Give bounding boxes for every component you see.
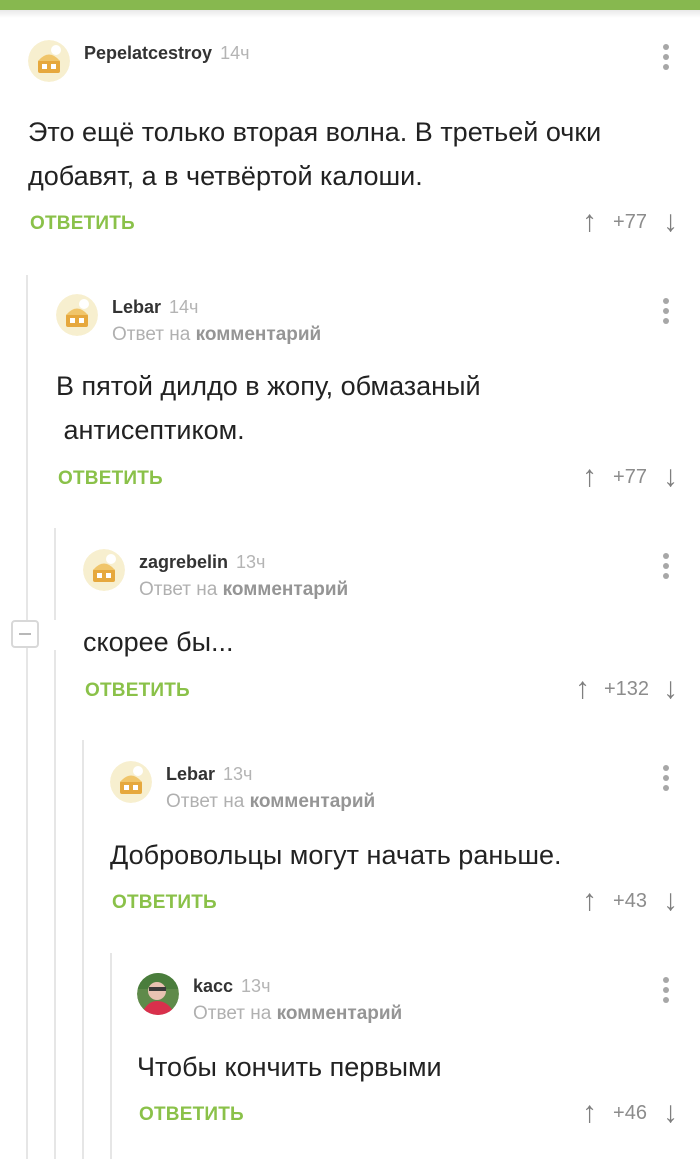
comment-score: +77 <box>613 465 647 488</box>
reply-to-label: Ответ на комментарий <box>193 1003 403 1024</box>
comment-time: 14ч <box>220 43 250 63</box>
comment-author[interactable]: zagrebelin 13ч <box>139 552 265 573</box>
default-avatar-icon <box>83 549 125 591</box>
comment-author[interactable]: Lebar 13ч <box>166 764 252 785</box>
comment-text-line: Это ещё только вторая волна. В третьей о… <box>28 117 602 147</box>
arrow-down-icon[interactable]: ↓ <box>663 674 678 704</box>
avatar[interactable] <box>137 973 179 1015</box>
arrow-down-icon[interactable]: ↓ <box>663 462 678 492</box>
reply-button[interactable]: ОТВЕТИТЬ <box>30 213 135 235</box>
comment-author[interactable]: Lebar 14ч <box>112 297 198 318</box>
more-vertical-icon[interactable] <box>662 977 670 1005</box>
thread-line-3 <box>82 740 84 1159</box>
default-avatar-icon <box>56 294 98 336</box>
arrow-up-icon[interactable]: ↑ <box>582 462 597 492</box>
more-vertical-icon[interactable] <box>662 553 670 581</box>
vote-controls: ↑ +46 ↓ <box>582 1098 678 1128</box>
arrow-down-icon[interactable]: ↓ <box>663 207 678 237</box>
reply-button[interactable]: ОТВЕТИТЬ <box>58 468 163 490</box>
comment-zagrebelin: zagrebelin 13ч Ответ на комментарий скоре… <box>83 549 700 719</box>
comment-score: +77 <box>613 210 647 233</box>
reply-button[interactable]: ОТВЕТИТЬ <box>112 892 217 914</box>
more-vertical-icon[interactable] <box>662 765 670 793</box>
comment-lebar-2: Lebar 13ч Ответ на комментарий Добровольц… <box>110 761 700 931</box>
reply-to-label: Ответ на комментарий <box>112 324 322 345</box>
comment-text-line: антисептиком. <box>56 415 245 445</box>
thread-line-1 <box>26 275 28 1159</box>
comment-score: +43 <box>613 889 647 912</box>
comment-author[interactable]: kacc 13ч <box>193 976 270 997</box>
top-shadow <box>0 10 700 18</box>
reply-button[interactable]: ОТВЕТИТЬ <box>85 680 190 702</box>
comment-time: 13ч <box>241 976 271 996</box>
arrow-up-icon[interactable]: ↑ <box>582 1098 597 1128</box>
reply-button[interactable]: ОТВЕТИТЬ <box>139 1104 244 1126</box>
avatar[interactable] <box>28 40 70 82</box>
thread-line-2b <box>54 650 56 1159</box>
comment-text: скорее бы... <box>83 620 700 664</box>
avatar[interactable] <box>110 761 152 803</box>
default-avatar-icon <box>110 761 152 803</box>
comment-kacc: kacc 13ч Ответ на комментарий Чтобы кончи… <box>137 973 700 1143</box>
top-accent-bar <box>0 0 700 10</box>
default-avatar-icon <box>28 40 70 82</box>
minus-square-icon[interactable] <box>11 620 39 648</box>
comment-author[interactable]: Pepelatcestroy 14ч <box>84 43 249 64</box>
arrow-down-icon[interactable]: ↓ <box>663 886 678 916</box>
vote-controls: ↑ +132 ↓ <box>575 674 678 704</box>
comment-text: В пятой дилдо в жопу, обмазаный антисепт… <box>56 364 676 452</box>
comment-text-line: добавят, а в четвёртой калоши. <box>28 161 423 191</box>
thread-line-4 <box>110 953 112 1159</box>
comment-text-line: Чтобы кончить первыми <box>137 1052 442 1082</box>
comment-text-line: В пятой дилдо в жопу, обмазаный <box>56 371 481 401</box>
comment-score: +132 <box>603 677 649 700</box>
more-vertical-icon[interactable] <box>662 44 670 72</box>
comment-time: 14ч <box>169 297 199 317</box>
avatar[interactable] <box>83 549 125 591</box>
comment-text: Чтобы кончить первыми <box>137 1045 700 1089</box>
reply-to-link[interactable]: комментарий <box>250 791 376 812</box>
vote-controls: ↑ +43 ↓ <box>582 886 678 916</box>
thread-line-2 <box>54 528 56 620</box>
comment-text: Это ещё только вторая волна. В третьей о… <box>28 110 648 198</box>
reply-to-link[interactable]: комментарий <box>277 1003 403 1024</box>
reply-to-link[interactable]: комментарий <box>223 579 349 600</box>
comment-lebar-1: Lebar 14ч Ответ на комментарий В пятой ди… <box>56 294 700 494</box>
comment-time: 13ч <box>223 764 253 784</box>
reply-to-label: Ответ на комментарий <box>166 791 376 812</box>
more-vertical-icon[interactable] <box>662 298 670 326</box>
arrow-up-icon[interactable]: ↑ <box>582 207 597 237</box>
arrow-down-icon[interactable]: ↓ <box>663 1098 678 1128</box>
comment-score: +46 <box>613 1101 647 1124</box>
avatar[interactable] <box>56 294 98 336</box>
comment-text-line: скорее бы... <box>83 627 234 657</box>
reply-to-link[interactable]: комментарий <box>196 324 322 345</box>
comment-time: 13ч <box>236 552 266 572</box>
arrow-up-icon[interactable]: ↑ <box>582 886 597 916</box>
arrow-up-icon[interactable]: ↑ <box>575 674 590 704</box>
user-photo-avatar <box>137 973 179 1015</box>
comment-text: Добровольцы могут начать раньше. <box>110 833 700 877</box>
vote-controls: ↑ +77 ↓ <box>582 462 678 492</box>
vote-controls: ↑ +77 ↓ <box>582 207 678 237</box>
reply-to-label: Ответ на комментарий <box>139 579 349 600</box>
comment-text-line: Добровольцы могут начать раньше. <box>110 840 562 870</box>
comment-pepelatcestroy: Pepelatcestroy 14ч Это ещё только вторая … <box>28 40 700 240</box>
